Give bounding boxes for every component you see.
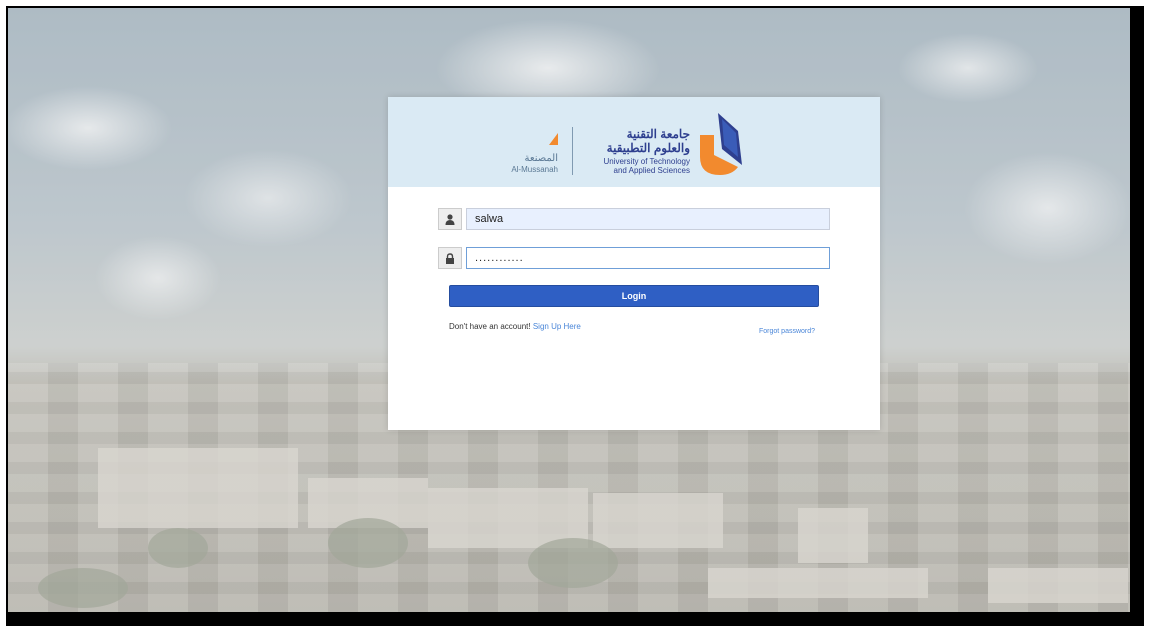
campus-triangle-icon (549, 133, 558, 145)
password-row (438, 247, 830, 269)
university-name-arabic-line2: والعلوم التطبيقية (606, 141, 690, 155)
university-logo-icon (700, 113, 742, 175)
campus-name-arabic: المصنعة (524, 153, 558, 164)
signup-link[interactable]: Sign Up Here (533, 322, 581, 331)
login-card-header: المصنعة Al-Mussanah جامعة التقنية والعلو… (388, 97, 880, 187)
signup-prompt-text: Don't have an account! (449, 322, 531, 331)
password-input[interactable] (466, 247, 830, 269)
signup-prompt: Don't have an account! Sign Up Here (449, 322, 581, 331)
university-name-arabic-line1: جامعة التقنية (626, 127, 690, 141)
username-row (438, 208, 830, 230)
logo-divider (572, 127, 573, 175)
login-button[interactable]: Login (449, 285, 819, 307)
username-input[interactable] (466, 208, 830, 230)
university-name-english-line2: and Applied Sciences (613, 166, 691, 175)
campus-name-english: Al-Mussanah (511, 165, 558, 174)
campus-logo: المصنعة Al-Mussanah (478, 133, 570, 177)
lock-icon (438, 247, 462, 269)
forgot-password-link[interactable]: Forgot password? (759, 328, 815, 335)
user-icon (438, 208, 462, 230)
university-name-english-line1: University of Technology (603, 157, 690, 166)
login-card: المصنعة Al-Mussanah جامعة التقنية والعلو… (388, 97, 880, 430)
